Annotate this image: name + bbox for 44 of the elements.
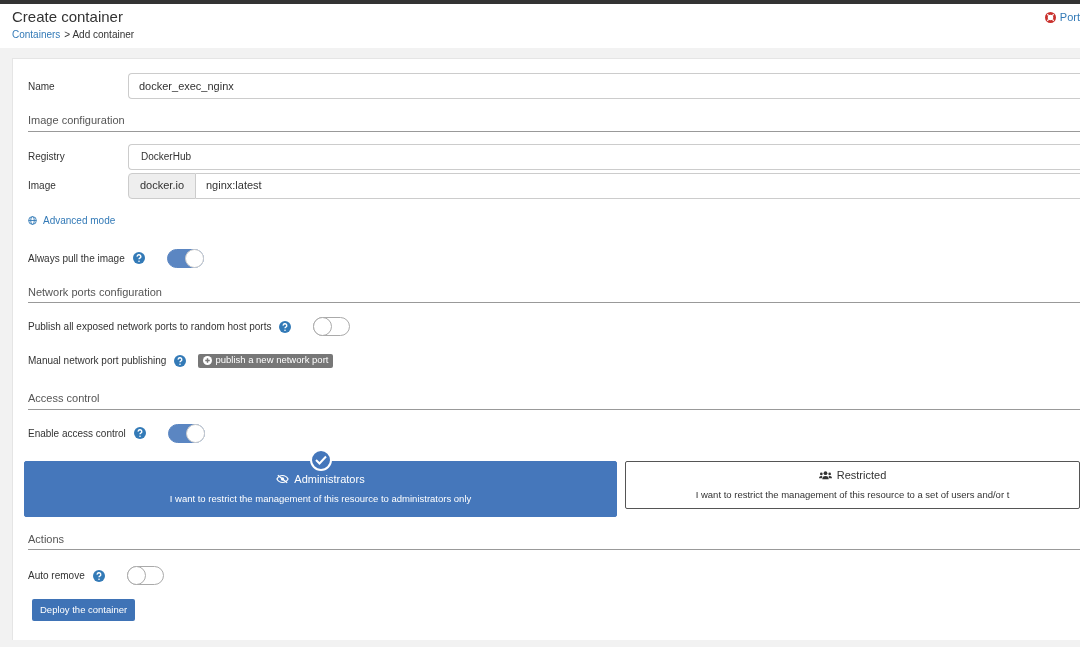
option-description: I want to restrict the management of this resource to a set of users and/or t <box>695 488 1010 503</box>
toggle-switch[interactable] <box>313 317 351 336</box>
lifebuoy-icon <box>1044 11 1056 23</box>
field-label: Always pull the image <box>28 251 125 266</box>
field-label: Image <box>28 179 57 193</box>
section-title: Image configuration <box>28 112 1080 132</box>
section-title: Actions <box>28 530 1080 550</box>
toggle-switch[interactable] <box>166 248 204 268</box>
help-icon[interactable] <box>133 427 146 439</box>
eye-slash-icon <box>276 473 290 484</box>
image-input[interactable]: nginx:latest <box>196 172 1080 199</box>
option-description: I want to restrict the management of this resource to administrators only <box>169 492 472 507</box>
deploy-button[interactable]: Deploy the container <box>32 599 136 621</box>
field-label: Publish all exposed network ports to random host ports <box>28 320 272 334</box>
field-label: Name <box>28 79 56 94</box>
toggle-switch[interactable] <box>167 423 205 443</box>
checkmark-icon <box>309 448 332 471</box>
help-icon[interactable] <box>279 320 292 333</box>
help-icon[interactable] <box>132 252 145 264</box>
access-option-card[interactable]: Administrators I want to restrict the management of this resource to administrators only <box>24 460 617 517</box>
breadcrumb-current: > Add container <box>64 28 135 42</box>
toggle-switch[interactable] <box>126 566 164 585</box>
field-label: Manual network port publishing <box>28 354 167 368</box>
access-option-card[interactable]: Restricted I want to restrict the management of this resource to a set of users and/or t <box>625 460 1080 509</box>
registry-select[interactable]: DockerHub <box>128 143 1080 170</box>
help-icon[interactable] <box>174 354 187 367</box>
portainer-link[interactable]: Port <box>1059 8 1080 26</box>
globe-icon <box>28 215 37 225</box>
publish-port-button[interactable]: publish a new network port <box>198 353 334 368</box>
field-label: Registry <box>28 150 66 164</box>
option-title: Restricted <box>836 467 887 483</box>
plus-circle-icon <box>203 356 213 365</box>
advanced-mode-link[interactable]: Advanced mode <box>43 212 116 228</box>
section-title: Access control <box>28 390 1080 410</box>
name-input[interactable]: docker_exec_nginx <box>128 73 1080 99</box>
registry-prefix: docker.io <box>128 172 196 199</box>
users-icon <box>818 469 832 480</box>
option-title: Administrators <box>294 471 365 487</box>
page-title: Create container <box>12 8 124 26</box>
breadcrumb-link[interactable]: Containers <box>12 28 61 42</box>
section-title: Network ports configuration <box>28 283 1080 303</box>
field-label: Auto remove <box>28 569 85 583</box>
field-label: Enable access control <box>28 426 126 441</box>
help-icon[interactable] <box>92 569 105 582</box>
